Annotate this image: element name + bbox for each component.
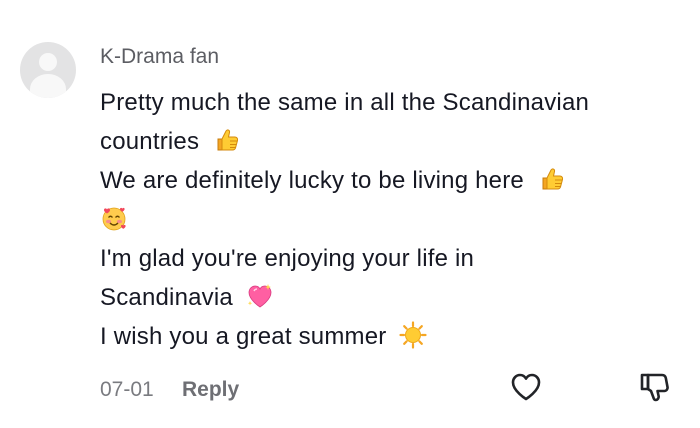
- comment-line-text: I'm glad you're enjoying your life in: [100, 245, 475, 272]
- heart-outline-icon: [509, 370, 543, 404]
- avatar[interactable]: [20, 42, 76, 98]
- like-button[interactable]: [509, 370, 543, 404]
- sparkling-heart-icon: [246, 282, 274, 310]
- comment-line: Pretty much the same in all the Scandina…: [100, 83, 680, 122]
- comment-line: I'm glad you're enjoying your life in: [100, 239, 680, 278]
- comment-line-text: Scandinavia: [100, 284, 233, 311]
- avatar-placeholder-head: [39, 53, 57, 71]
- comment-item: K-Drama fan Pretty much the same in all …: [0, 0, 700, 428]
- comment-line: I wish you a great summer: [100, 317, 680, 356]
- dislike-button[interactable]: [637, 370, 671, 404]
- reply-button[interactable]: Reply: [182, 377, 239, 403]
- comment-line-text: countries: [100, 128, 200, 155]
- comment-username[interactable]: K-Drama fan: [100, 44, 219, 70]
- comment-line-text: We are definitely lucky to be living her…: [100, 167, 524, 194]
- sun-icon: [399, 321, 427, 349]
- comment-line: We are definitely lucky to be living her…: [100, 161, 680, 200]
- smiling-face-with-hearts-icon: [100, 204, 128, 232]
- thumbs-up-icon: [212, 126, 240, 154]
- comment-line: countries: [100, 122, 680, 161]
- comment-line-text: I wish you a great summer: [100, 323, 387, 350]
- comment-line: [100, 200, 680, 239]
- avatar-placeholder-body: [30, 74, 66, 98]
- thumbs-up-icon: [537, 165, 565, 193]
- thumbs-down-outline-icon: [637, 370, 671, 404]
- comment-line-text: Pretty much the same in all the Scandina…: [100, 89, 590, 116]
- comment-text: Pretty much the same in all the Scandina…: [100, 83, 680, 356]
- comment-line: Scandinavia: [100, 278, 680, 317]
- comment-date: 07-01: [100, 378, 154, 401]
